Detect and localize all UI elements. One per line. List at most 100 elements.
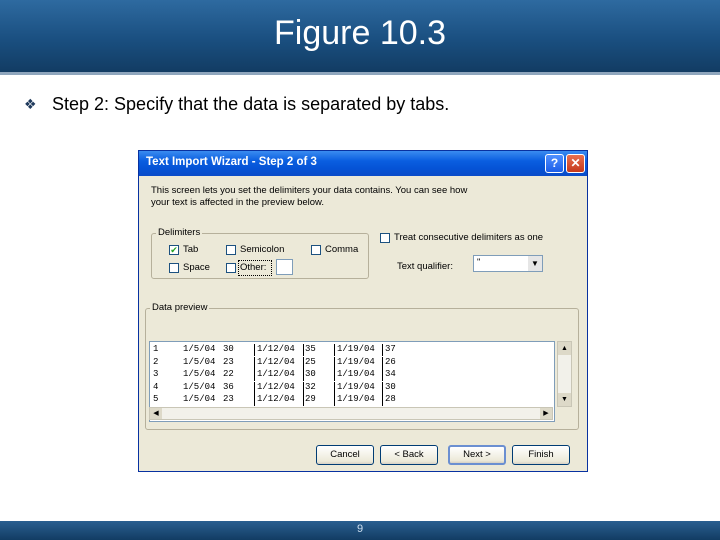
other-checkbox[interactable] bbox=[226, 263, 236, 273]
table-cell: 1/12/04 bbox=[257, 344, 295, 354]
table-row: 5 1/5/04 23 1/12/04 29 1/19/04 28 bbox=[150, 394, 550, 406]
horizontal-scrollbar[interactable]: ◀ ▶ bbox=[149, 407, 553, 420]
dialog-description: This screen lets you set the delimiters … bbox=[151, 185, 468, 208]
table-cell: 35 bbox=[305, 344, 316, 354]
table-cell: 1/5/04 bbox=[183, 381, 216, 392]
close-icon[interactable]: ✕ bbox=[566, 154, 585, 173]
column-separator bbox=[334, 369, 335, 381]
table-cell: 22 bbox=[223, 369, 234, 379]
column-separator bbox=[382, 344, 383, 356]
back-button[interactable]: < Back bbox=[380, 445, 438, 465]
column-separator bbox=[254, 344, 255, 356]
dialog-titlebar[interactable]: Text Import Wizard - Step 2 of 3 ? ✕ bbox=[139, 151, 587, 176]
column-separator bbox=[382, 381, 383, 394]
text-qualifier-label: Text qualifier: bbox=[397, 261, 453, 272]
space-label: Space bbox=[183, 262, 210, 273]
table-row: 3 1/5/04 22 1/12/04 30 1/19/04 34 bbox=[150, 369, 550, 381]
scroll-right-icon[interactable]: ▶ bbox=[540, 408, 552, 419]
table-cell: 30 bbox=[223, 344, 234, 354]
help-button[interactable]: ? bbox=[545, 154, 564, 173]
semicolon-label: Semicolon bbox=[240, 244, 285, 255]
space-checkbox[interactable] bbox=[169, 263, 179, 273]
bullet-text: Step 2: Specify that the data is separat… bbox=[52, 94, 450, 114]
comma-checkbox[interactable] bbox=[311, 245, 321, 255]
semicolon-checkbox[interactable] bbox=[226, 245, 236, 255]
header-divider bbox=[0, 72, 720, 75]
column-separator bbox=[254, 356, 255, 369]
table-cell: 1/19/04 bbox=[337, 356, 375, 367]
table-cell: 1/5/04 bbox=[183, 394, 216, 404]
table-cell: 23 bbox=[223, 394, 234, 404]
scroll-left-icon[interactable]: ◀ bbox=[150, 408, 162, 419]
next-button[interactable]: Next > bbox=[448, 445, 506, 465]
table-cell: 1/5/04 bbox=[183, 344, 216, 354]
slide-title: Figure 10.3 bbox=[274, 14, 446, 52]
column-separator bbox=[303, 369, 304, 381]
column-separator bbox=[382, 394, 383, 406]
dialog-title: Text Import Wizard - Step 2 of 3 bbox=[146, 156, 317, 168]
table-cell: 37 bbox=[385, 344, 396, 354]
table-cell: 30 bbox=[385, 381, 396, 392]
column-separator bbox=[303, 381, 304, 394]
tab-label: Tab bbox=[183, 244, 199, 255]
column-separator bbox=[382, 356, 383, 369]
text-qualifier-value: " bbox=[477, 257, 481, 268]
cancel-button[interactable]: Cancel bbox=[316, 445, 374, 465]
table-row: 1 1/5/04 30 1/12/04 35 1/19/04 37 bbox=[150, 344, 550, 356]
slide-footer: 9 bbox=[0, 521, 720, 540]
table-cell: 4 bbox=[153, 381, 159, 392]
table-cell: 1/19/04 bbox=[337, 381, 375, 392]
scroll-up-icon[interactable]: ▲ bbox=[558, 342, 571, 355]
table-cell: 1/12/04 bbox=[257, 356, 295, 367]
table-cell: 5 bbox=[153, 394, 159, 404]
column-separator bbox=[254, 394, 255, 406]
treat-consecutive-label: Treat consecutive delimiters as one bbox=[394, 232, 544, 243]
table-cell: 1/12/04 bbox=[257, 394, 295, 404]
text-import-wizard-dialog: Text Import Wizard - Step 2 of 3 ? ✕ Thi… bbox=[138, 150, 588, 472]
finish-button[interactable]: Finish bbox=[512, 445, 570, 465]
column-separator bbox=[254, 381, 255, 394]
table-cell: 1/19/04 bbox=[337, 344, 375, 354]
table-cell: 1/5/04 bbox=[183, 356, 216, 367]
table-cell: 26 bbox=[385, 356, 396, 367]
column-separator bbox=[303, 344, 304, 356]
column-separator bbox=[334, 356, 335, 369]
scroll-down-icon[interactable]: ▼ bbox=[558, 393, 571, 406]
column-separator bbox=[303, 394, 304, 406]
delimiters-group: Delimiters ✔ Tab Semicolon Comma Space O… bbox=[151, 227, 369, 279]
table-cell: 3 bbox=[153, 369, 159, 379]
table-cell: 28 bbox=[385, 394, 396, 404]
table-row: 4 1/5/04 36 1/12/04 32 1/19/04 30 bbox=[150, 381, 550, 394]
tab-checkbox[interactable]: ✔ bbox=[169, 245, 179, 255]
table-cell: 1/19/04 bbox=[337, 394, 375, 404]
table-row: 2 1/5/04 23 1/12/04 25 1/19/04 26 bbox=[150, 356, 550, 369]
table-cell: 34 bbox=[385, 369, 396, 379]
other-delimiter-input[interactable] bbox=[276, 259, 293, 275]
table-cell: 1/12/04 bbox=[257, 381, 295, 392]
column-separator bbox=[334, 344, 335, 356]
table-cell: 1/5/04 bbox=[183, 369, 216, 379]
column-separator bbox=[303, 356, 304, 369]
column-separator bbox=[334, 394, 335, 406]
column-separator bbox=[334, 381, 335, 394]
table-cell: 1/12/04 bbox=[257, 369, 295, 379]
other-label: Other: bbox=[240, 262, 267, 273]
table-cell: 25 bbox=[305, 356, 316, 367]
table-cell: 30 bbox=[305, 369, 316, 379]
diamond-bullet-icon: ❖ bbox=[24, 97, 37, 113]
column-separator bbox=[382, 369, 383, 381]
chevron-down-icon[interactable]: ▼ bbox=[528, 256, 542, 271]
vertical-scrollbar[interactable]: ▲ ▼ bbox=[557, 341, 572, 407]
delimiters-legend: Delimiters bbox=[156, 227, 203, 238]
table-cell: 23 bbox=[223, 356, 234, 367]
data-preview-legend: Data preview bbox=[150, 302, 210, 313]
column-separator bbox=[254, 369, 255, 381]
text-qualifier-select[interactable]: " ▼ bbox=[473, 255, 543, 272]
table-cell: 1 bbox=[153, 344, 159, 354]
table-cell: 36 bbox=[223, 381, 234, 392]
table-cell: 29 bbox=[305, 394, 316, 404]
table-cell: 32 bbox=[305, 381, 316, 392]
page-number: 9 bbox=[356, 523, 364, 535]
treat-consecutive-checkbox[interactable] bbox=[380, 233, 390, 243]
table-cell: 1/19/04 bbox=[337, 369, 375, 379]
